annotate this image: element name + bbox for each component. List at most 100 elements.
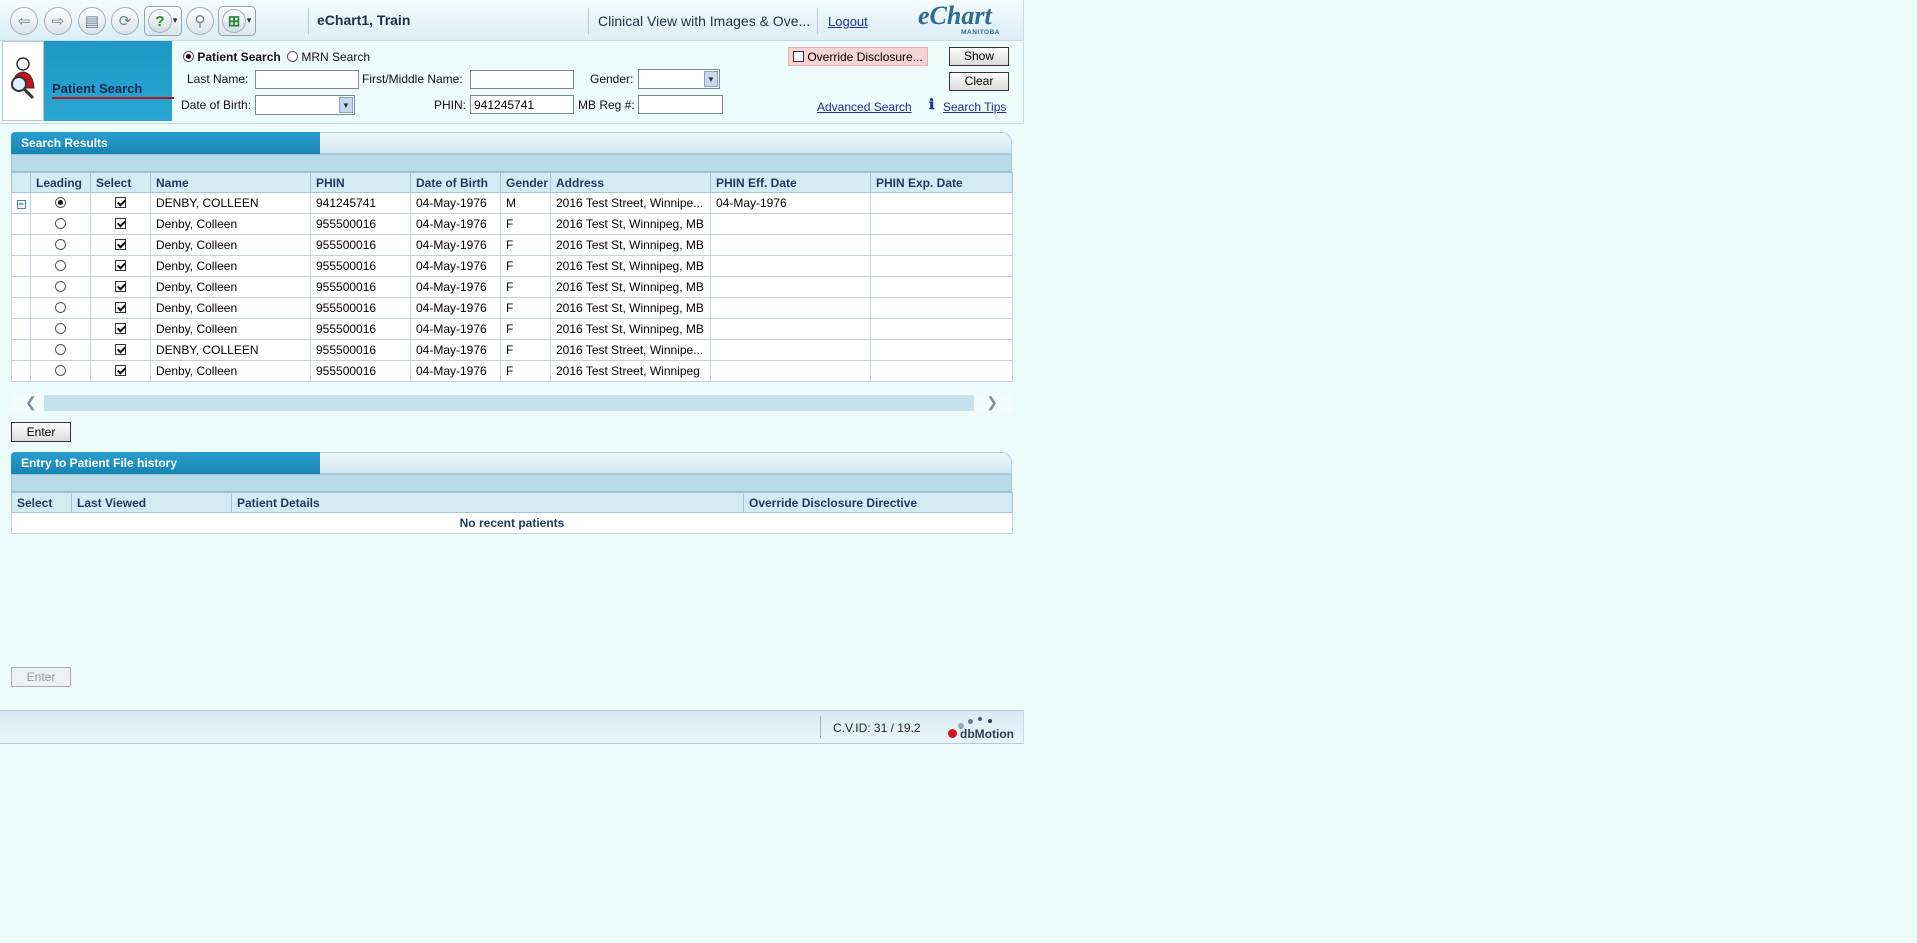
table-row[interactable]: Denby, Colleen 955500016 04-May-1976 F 2016 … [11,360,1013,382]
select-checkbox[interactable] [115,302,126,313]
table-row[interactable]: Denby, Colleen 955500016 04-May-1976 F 2016 … [11,234,1013,256]
history-column-last-viewed[interactable]: Last Viewed [71,492,232,513]
column-header-phin[interactable]: PHIN [310,172,411,193]
override-disclosure-checkbox[interactable] [793,51,804,62]
table-row[interactable]: Denby, Colleen 955500016 04-May-1976 F 2016 … [11,213,1013,235]
column-header-dob[interactable]: Date of Birth [410,172,501,193]
radio-mrn-search[interactable] [287,51,298,62]
logo-main: eChart [918,1,992,30]
select-checkbox[interactable] [115,260,126,271]
cell-exp [870,255,1013,277]
chevron-down-icon[interactable]: ▼ [339,97,353,113]
select-cell[interactable] [90,360,151,382]
column-header-name[interactable]: Name [150,172,311,193]
column-header-gender[interactable]: Gender [500,172,551,193]
clinical-view-selector[interactable]: Clinical View with Images & Ove... [598,13,810,29]
print-icon[interactable]: ▤ [78,7,106,35]
table-row[interactable]: Denby, Colleen 955500016 04-May-1976 F 2016 … [11,318,1013,340]
history-column-select[interactable]: Select [11,492,72,513]
search-mode-mrn[interactable]: MRN Search [287,50,370,64]
scrollbar-thumb[interactable] [44,395,974,411]
cell-gender: M [500,192,551,214]
select-checkbox[interactable] [115,218,126,229]
select-cell[interactable] [90,213,151,235]
select-cell[interactable] [90,297,151,319]
leading-cell[interactable] [30,297,91,319]
select-cell[interactable] [90,276,151,298]
select-checkbox[interactable] [115,323,126,334]
mbreg-input[interactable] [638,95,723,114]
column-header-leading[interactable]: Leading [30,172,91,193]
leading-cell[interactable] [30,339,91,361]
leading-radio[interactable] [55,281,66,292]
gender-select[interactable]: ▼ [638,69,720,89]
history-column-override[interactable]: Override Disclosure Directive [743,492,1013,513]
clear-button[interactable]: Clear [949,72,1009,91]
show-button[interactable]: Show [949,47,1009,66]
row-expander-cell [11,234,31,256]
phin-input[interactable] [470,95,574,114]
dob-select[interactable]: ▼ [255,95,355,115]
leading-radio[interactable] [55,344,66,355]
collapse-icon[interactable]: − [16,200,26,209]
last-name-input[interactable] [255,70,359,89]
select-cell[interactable] [90,339,151,361]
scroll-left-icon[interactable]: ❮ [25,394,37,411]
override-disclosure[interactable]: Override Disclosure... [788,47,928,66]
select-cell[interactable] [90,234,151,256]
select-checkbox[interactable] [115,344,126,355]
column-header-phin-eff-date[interactable]: PHIN Eff. Date [710,172,871,193]
table-row[interactable]: Denby, Colleen 955500016 04-May-1976 F 2016 … [11,297,1013,319]
select-cell[interactable] [90,318,151,340]
select-checkbox[interactable] [115,239,126,250]
history-column-patient-details[interactable]: Patient Details [231,492,744,513]
select-checkbox[interactable] [115,365,126,376]
results-horizontal-scrollbar[interactable]: ❮ ❯ [11,394,1012,412]
radio-patient-search[interactable] [183,51,194,62]
table-row[interactable]: DENBY, COLLEEN 955500016 04-May-1976 F 2016 … [11,339,1013,361]
select-checkbox[interactable] [115,281,126,292]
leading-radio[interactable] [55,365,66,376]
column-header-select[interactable]: Select [90,172,151,193]
logout-link[interactable]: Logout [828,14,868,29]
search-tips-link[interactable]: Search Tips [943,100,1006,114]
leading-radio[interactable] [55,239,66,250]
cell-dob: 04-May-1976 [410,213,501,235]
leading-radio[interactable] [55,218,66,229]
leading-radio[interactable] [55,197,66,208]
search-mode-patient[interactable]: Patient Search [183,50,281,64]
column-header-address[interactable]: Address [550,172,711,193]
table-row[interactable]: Denby, Colleen 955500016 04-May-1976 F 2016 … [11,276,1013,298]
refresh-icon[interactable]: ⟳ [111,7,139,35]
leading-cell[interactable] [30,192,91,214]
table-row[interactable]: − DENBY, COLLEEN 941245741 04-May-1976 M 2016… [11,192,1013,214]
leading-radio[interactable] [55,323,66,334]
select-cell[interactable] [90,255,151,277]
table-row[interactable]: Denby, Colleen 955500016 04-May-1976 F 2016 … [11,255,1013,277]
magnifier-icon[interactable]: ⚲ [186,7,214,35]
scroll-right-icon[interactable]: ❯ [986,394,998,411]
leading-radio[interactable] [55,260,66,271]
help-menu-button[interactable]: ? ▼ [144,6,182,36]
back-arrow-icon[interactable]: ⇦ [10,7,38,35]
leading-cell[interactable] [30,255,91,277]
row-expander-cell[interactable]: − [11,192,31,214]
leading-cell[interactable] [30,360,91,382]
column-header-phin-exp-date[interactable]: PHIN Exp. Date [870,172,1013,193]
leading-radio[interactable] [55,302,66,313]
leading-cell[interactable] [30,234,91,256]
results-enter-button[interactable]: Enter [11,422,71,442]
advanced-search-link[interactable]: Advanced Search [817,100,912,114]
cell-phin: 955500016 [310,318,411,340]
history-enter-button[interactable]: Enter [11,667,71,687]
cell-phin: 955500016 [310,297,411,319]
leading-cell[interactable] [30,213,91,235]
select-cell[interactable] [90,192,151,214]
forward-arrow-icon[interactable]: ⇨ [44,7,72,35]
select-checkbox[interactable] [115,197,126,208]
add-window-menu-button[interactable]: ⊞ ▼ [218,6,256,36]
leading-cell[interactable] [30,318,91,340]
leading-cell[interactable] [30,276,91,298]
first-name-input[interactable] [470,70,574,89]
chevron-down-icon[interactable]: ▼ [704,71,718,87]
